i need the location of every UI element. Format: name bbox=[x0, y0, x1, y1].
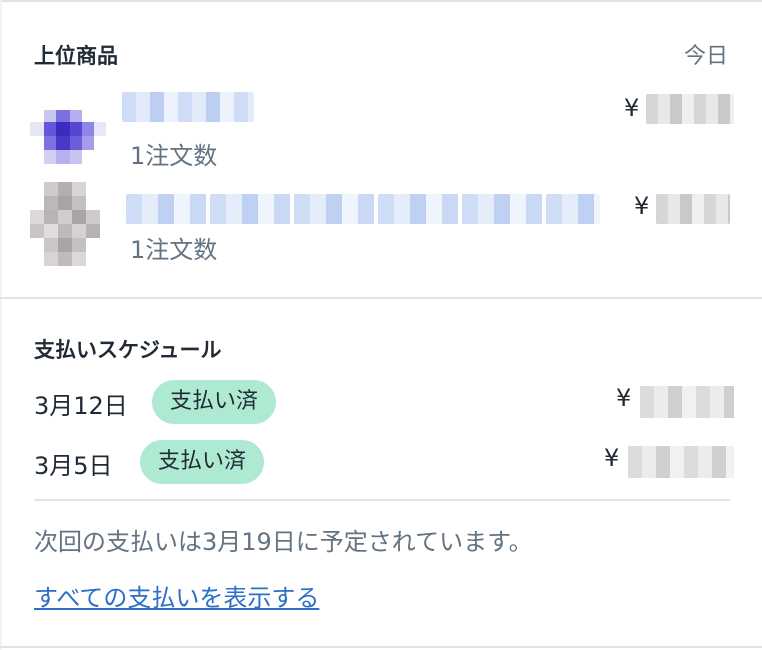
product-thumbnail bbox=[30, 182, 106, 270]
card-bottom-border bbox=[0, 646, 762, 648]
top-products-period[interactable]: 今日 bbox=[684, 38, 728, 70]
payout-currency: ¥ bbox=[616, 384, 632, 412]
payout-date: 3月12日 bbox=[34, 392, 128, 420]
product-name-redacted[interactable] bbox=[122, 92, 254, 122]
payout-amount-redacted bbox=[628, 446, 734, 478]
product-price-redacted bbox=[646, 94, 734, 124]
product-orders: 1注文数 bbox=[130, 236, 218, 264]
next-payout-note: 次回の支払いは3月19日に予定されています。 bbox=[34, 528, 533, 556]
payout-row: 3月5日 支払い済 ¥ bbox=[0, 440, 762, 486]
card-left-border bbox=[0, 0, 2, 650]
payout-amount-redacted bbox=[640, 386, 734, 418]
product-name-redacted[interactable] bbox=[126, 194, 600, 224]
dashboard-card: 上位商品 今日 1注文数 ¥ 1注文数 ¥ 支払いスケジュール 3月12日 支払… bbox=[0, 0, 762, 650]
payout-currency: ¥ bbox=[604, 444, 620, 472]
top-products-title: 上位商品 bbox=[34, 44, 118, 68]
product-orders: 1注文数 bbox=[130, 142, 218, 170]
payout-row: 3月12日 支払い済 ¥ bbox=[0, 380, 762, 426]
payout-date: 3月5日 bbox=[34, 452, 113, 480]
view-all-payouts-link[interactable]: すべての支払いを表示する bbox=[34, 578, 319, 613]
payout-divider bbox=[34, 499, 730, 501]
card-top-border bbox=[0, 0, 762, 2]
payout-schedule-title: 支払いスケジュール bbox=[34, 338, 222, 362]
product-price-currency: ¥ bbox=[634, 192, 650, 220]
product-price-redacted bbox=[656, 194, 730, 224]
pixelated-image-icon bbox=[30, 182, 100, 266]
product-thumbnail bbox=[30, 100, 106, 188]
pixelated-image-icon bbox=[30, 110, 106, 164]
status-badge: 支払い済 bbox=[140, 440, 265, 484]
status-badge: 支払い済 bbox=[152, 380, 277, 424]
section-divider bbox=[0, 297, 762, 299]
product-price-currency: ¥ bbox=[624, 94, 640, 122]
